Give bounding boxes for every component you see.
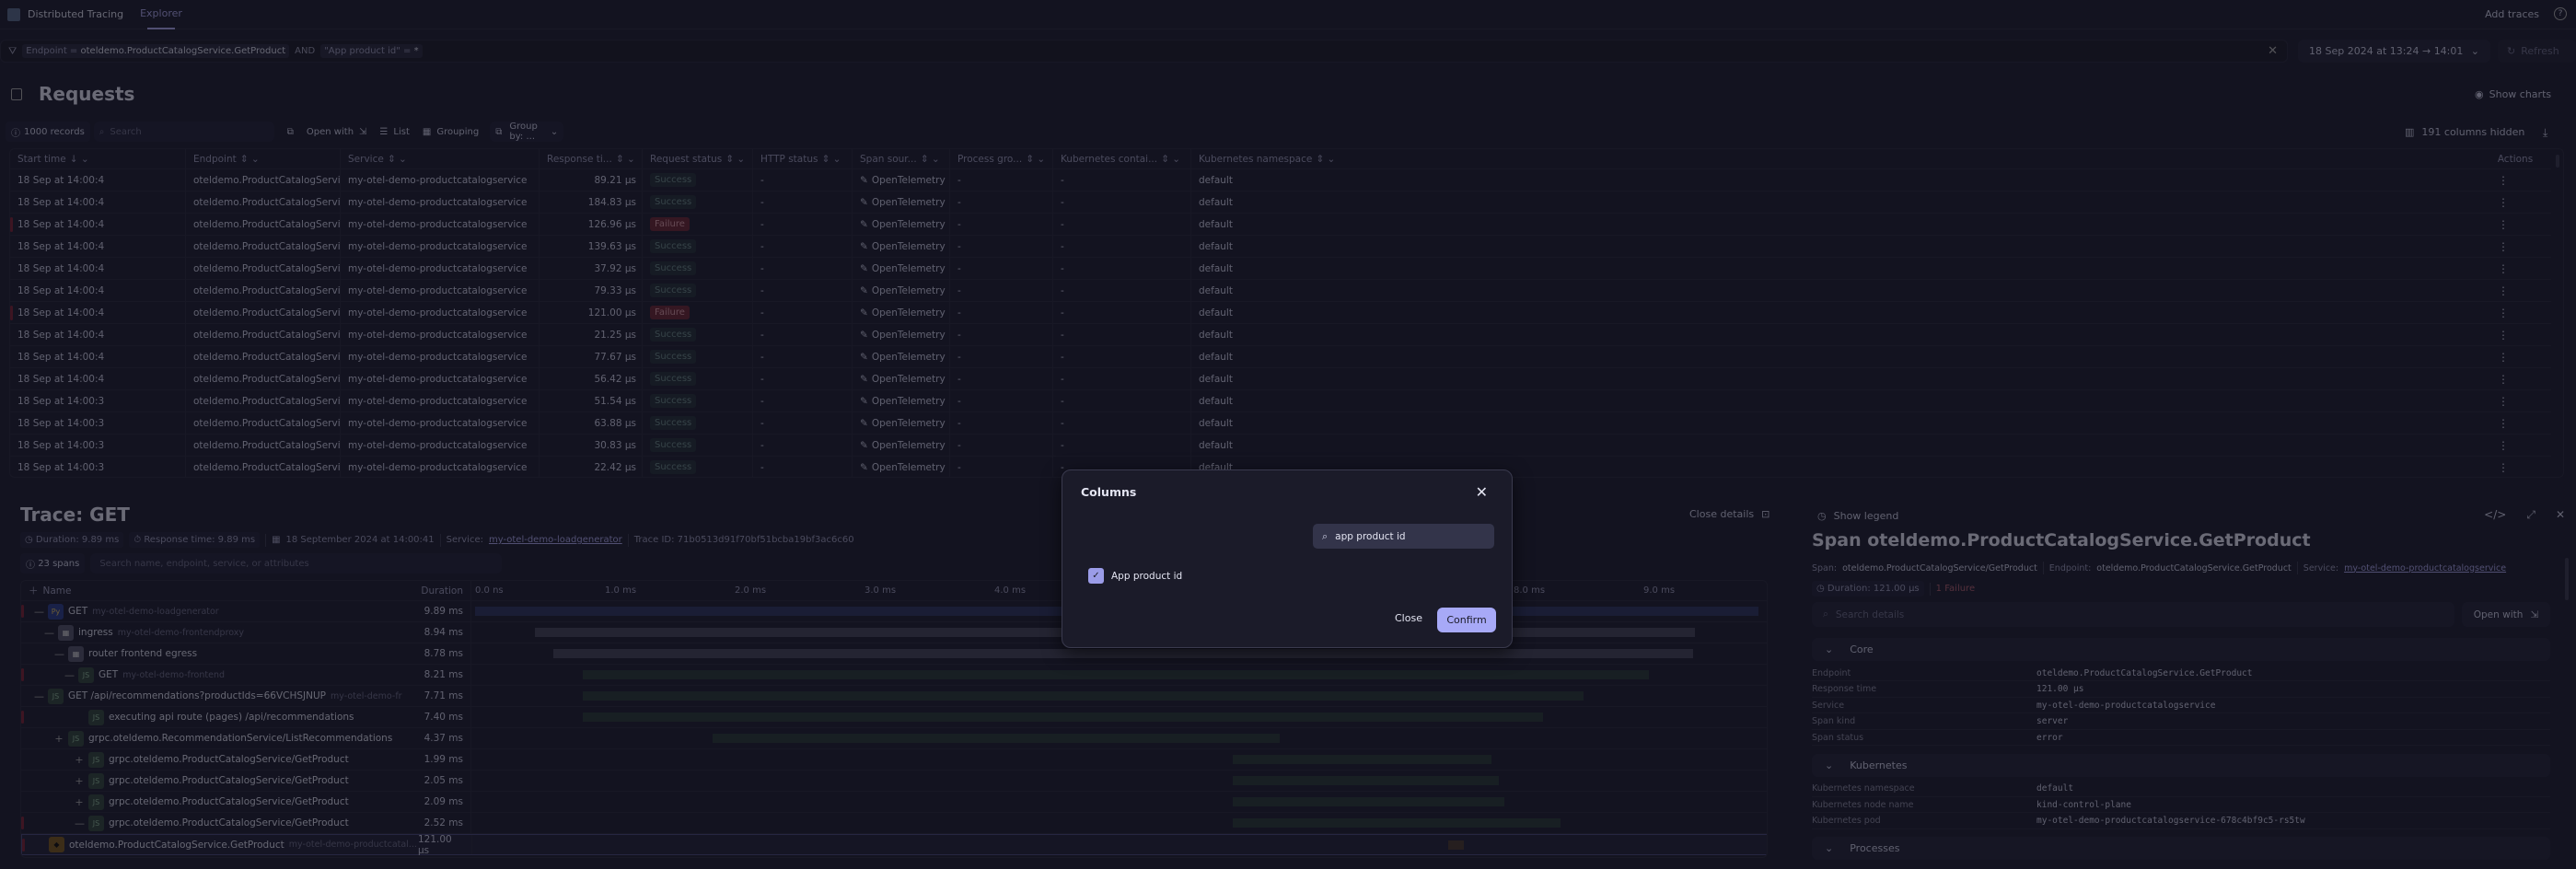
search-icon: ⌕ — [1322, 529, 1329, 542]
confirm-button[interactable]: Confirm — [1437, 608, 1496, 632]
modal-backdrop[interactable] — [0, 0, 2576, 869]
columns-dialog: Columns ✕ ⌕ ✓ App product id Close Confi… — [1062, 469, 1513, 648]
column-option-app-product-id[interactable]: ✓ App product id — [1088, 568, 1182, 584]
column-option-label: App product id — [1111, 570, 1183, 582]
dialog-title: Columns — [1081, 485, 1137, 499]
checkbox-checked[interactable]: ✓ — [1088, 568, 1104, 584]
columns-search-input[interactable] — [1335, 530, 1474, 542]
close-button[interactable]: Close — [1390, 608, 1427, 629]
columns-search-field[interactable]: ⌕ — [1313, 524, 1494, 549]
app-root: Distributed Tracing Explorer Add traces … — [0, 0, 2576, 869]
close-icon[interactable]: ✕ — [1476, 483, 1488, 501]
